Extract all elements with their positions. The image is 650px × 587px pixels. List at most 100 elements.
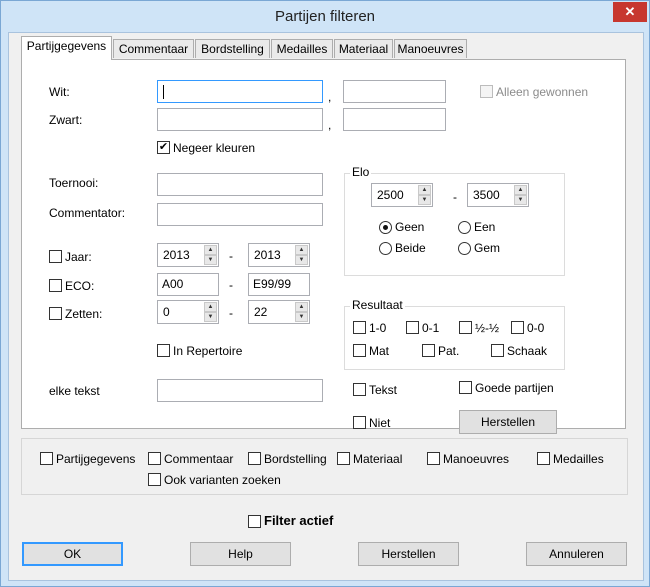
result-mat-label: Mat	[369, 344, 390, 358]
spin-down-icon[interactable]: ▼	[204, 255, 217, 265]
elo-to-spinner[interactable]: 3500 ▲ ▼	[467, 183, 529, 207]
search-materiaal-checkbox[interactable]	[337, 452, 350, 465]
filter-actief-label: Filter actief	[264, 513, 334, 528]
search-manoeuvres-checkbox[interactable]	[427, 452, 440, 465]
tab-label: Manoeuvres	[397, 42, 464, 56]
search-medailles-checkbox[interactable]	[537, 452, 550, 465]
ook-varianten-checkbox[interactable]	[148, 473, 161, 486]
herstellen-button[interactable]: Herstellen	[358, 542, 459, 566]
eco-checkbox[interactable]	[49, 279, 62, 292]
dialog-window: Partijen filteren ✕ Partijgegevens Comme…	[0, 0, 650, 587]
elo-dash: -	[453, 190, 457, 204]
search-bordstelling-checkbox[interactable]	[248, 452, 261, 465]
result-0-0-checkbox[interactable]	[511, 321, 524, 334]
spin-down-icon[interactable]: ▼	[418, 195, 431, 205]
result-pat-label: Pat.	[438, 344, 460, 358]
jaar-checkbox[interactable]	[49, 250, 62, 263]
result-mat-checkbox[interactable]	[353, 344, 366, 357]
title-bar[interactable]: Partijen filteren ✕	[1, 1, 649, 32]
elo-group-title: Elo	[350, 165, 372, 179]
spin-down-icon[interactable]: ▼	[295, 255, 308, 265]
zetten-checkbox[interactable]	[49, 307, 62, 320]
search-commentaar-label: Commentaar	[164, 452, 234, 466]
ok-button[interactable]: OK	[22, 542, 123, 566]
help-button[interactable]: Help	[190, 542, 291, 566]
tekst-checkbox[interactable]	[353, 383, 366, 396]
wit-label: Wit:	[49, 85, 70, 99]
in-repertoire-label: In Repertoire	[173, 344, 243, 358]
tab-partijgegevens[interactable]: Partijgegevens	[21, 36, 112, 60]
elke-tekst-label: elke tekst	[49, 384, 100, 398]
in-repertoire-checkbox[interactable]	[157, 344, 170, 357]
search-partijgegevens-checkbox[interactable]	[40, 452, 53, 465]
search-commentaar-checkbox[interactable]	[148, 452, 161, 465]
eco-from-input[interactable]: A00	[157, 273, 219, 296]
eco-label: ECO:	[65, 279, 95, 293]
toernooi-input[interactable]	[157, 173, 323, 196]
zwart-input[interactable]	[157, 108, 323, 131]
niet-checkbox[interactable]	[353, 416, 366, 429]
elo-een-radio[interactable]	[458, 221, 471, 234]
zetten-label: Zetten:	[65, 307, 103, 321]
search-bordstelling-label: Bordstelling	[264, 452, 327, 466]
annuleren-button[interactable]: Annuleren	[526, 542, 627, 566]
jaar-from-spinner[interactable]: 2013 ▲ ▼	[157, 243, 219, 267]
elke-tekst-input[interactable]	[157, 379, 323, 402]
wit-input-2[interactable]	[343, 80, 446, 103]
result-0-1-checkbox[interactable]	[406, 321, 419, 334]
search-partijgegevens-label: Partijgegevens	[56, 452, 136, 466]
spin-up-icon[interactable]: ▲	[418, 185, 431, 195]
result-remise-checkbox[interactable]	[459, 321, 472, 334]
tab-materiaal[interactable]: Materiaal	[334, 39, 393, 58]
goede-partijen-label: Goede partijen	[475, 381, 554, 395]
spin-up-icon[interactable]: ▲	[204, 245, 217, 255]
result-1-0-label: 1-0	[369, 321, 387, 335]
panel-herstellen-button[interactable]: Herstellen	[459, 410, 557, 434]
zwart-input-2[interactable]	[343, 108, 446, 131]
tab-label: Partijgegevens	[26, 39, 107, 53]
text-caret	[163, 85, 164, 99]
goede-partijen-checkbox[interactable]	[459, 381, 472, 394]
tab-bordstelling[interactable]: Bordstelling	[195, 39, 270, 58]
spin-down-icon[interactable]: ▼	[204, 312, 217, 322]
elo-gem-radio[interactable]	[458, 242, 471, 255]
commentator-input[interactable]	[157, 203, 323, 226]
filter-actief-checkbox[interactable]	[248, 515, 261, 528]
negeer-kleuren-checkbox[interactable]: ✔	[157, 141, 170, 154]
elo-geen-label: Geen	[395, 220, 425, 234]
spin-up-icon[interactable]: ▲	[514, 185, 527, 195]
spin-down-icon[interactable]: ▼	[295, 312, 308, 322]
wit-input[interactable]	[157, 80, 323, 103]
elo-geen-radio[interactable]	[379, 221, 392, 234]
spin-up-icon[interactable]: ▲	[295, 245, 308, 255]
eco-to-input[interactable]: E99/99	[248, 273, 310, 296]
elo-from-spinner[interactable]: 2500 ▲ ▼	[371, 183, 433, 207]
tab-commentaar[interactable]: Commentaar	[113, 39, 194, 58]
elo-beide-label: Beide	[395, 241, 426, 255]
elo-gem-label: Gem	[474, 241, 501, 255]
spin-up-icon[interactable]: ▲	[204, 302, 217, 312]
tab-panel-partijgegevens: Wit: , Alleen gewonnen Zwart: , ✔ Negeer…	[21, 59, 626, 434]
zwart-label: Zwart:	[49, 113, 83, 127]
tab-manoeuvres[interactable]: Manoeuvres	[394, 39, 467, 58]
result-schaak-checkbox[interactable]	[491, 344, 504, 357]
spin-up-icon[interactable]: ▲	[295, 302, 308, 312]
ook-varianten-label: Ook varianten zoeken	[164, 473, 281, 487]
toernooi-label: Toernooi:	[49, 176, 99, 190]
search-manoeuvres-label: Manoeuvres	[443, 452, 510, 466]
spin-down-icon[interactable]: ▼	[514, 195, 527, 205]
result-pat-checkbox[interactable]	[422, 344, 435, 357]
result-1-0-checkbox[interactable]	[353, 321, 366, 334]
zetten-dash: -	[229, 306, 233, 320]
alleen-gewonnen-label: Alleen gewonnen	[496, 85, 589, 99]
alleen-gewonnen-checkbox[interactable]	[480, 85, 493, 98]
tab-label: Materiaal	[338, 42, 389, 56]
elo-een-label: Een	[474, 220, 496, 234]
zetten-from-spinner[interactable]: 0 ▲ ▼	[157, 300, 219, 324]
result-0-0-label: 0-0	[527, 321, 545, 335]
tab-medailles[interactable]: Medailles	[271, 39, 333, 58]
close-icon[interactable]: ✕	[613, 2, 647, 22]
jaar-to-spinner[interactable]: 2013 ▲ ▼	[248, 243, 310, 267]
zetten-to-spinner[interactable]: 22 ▲ ▼	[248, 300, 310, 324]
elo-beide-radio[interactable]	[379, 242, 392, 255]
